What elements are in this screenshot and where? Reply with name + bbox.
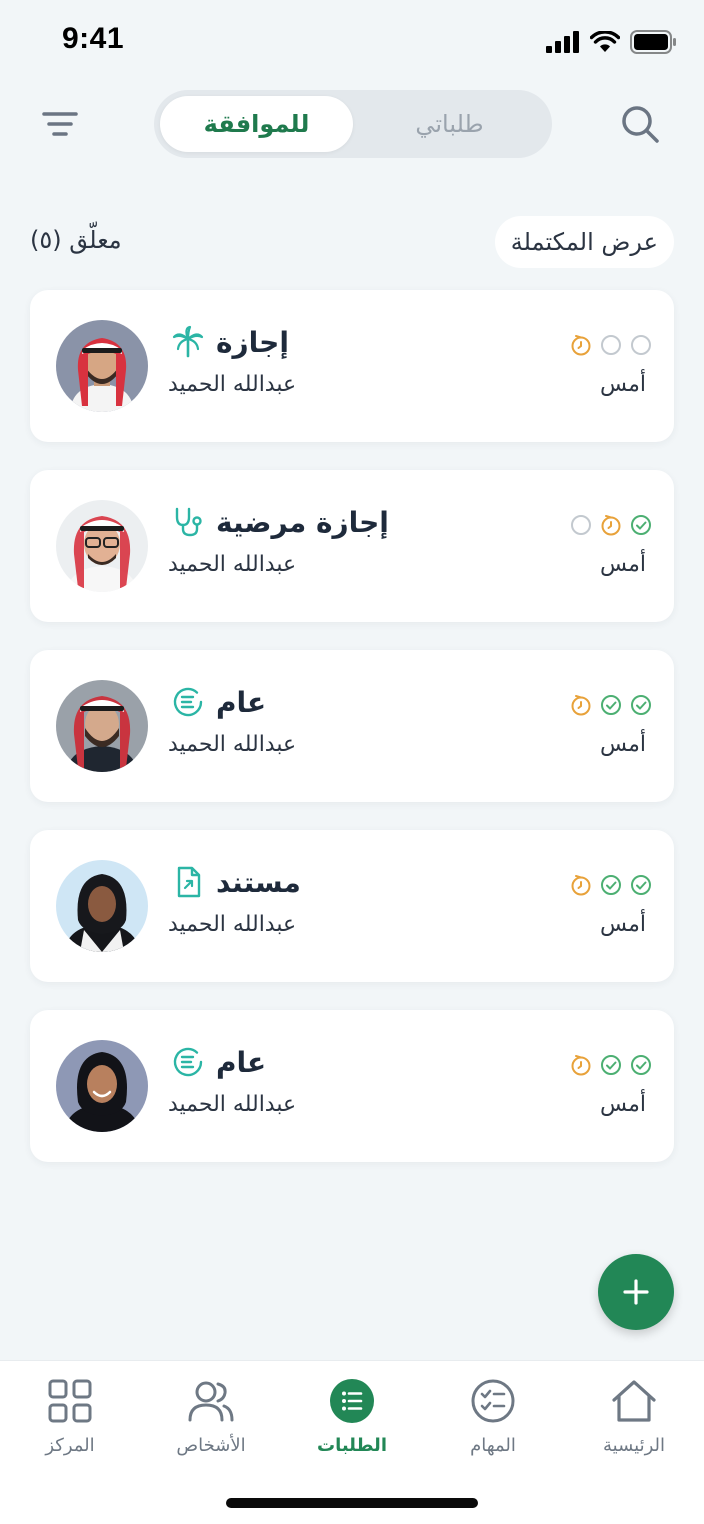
request-date: أمس <box>600 1092 646 1117</box>
approval-steps <box>570 334 652 356</box>
plus-icon <box>623 1279 649 1305</box>
approval-steps <box>570 1054 652 1076</box>
request-type-row: إجازة مرضية <box>170 504 389 540</box>
requester-name: عبدالله الحميد <box>168 552 297 577</box>
request-date: أمس <box>600 372 646 397</box>
wifi-icon <box>590 31 620 52</box>
approval-steps <box>570 874 652 896</box>
tab-requests-label: الطلبات <box>316 1435 387 1456</box>
step-done-icon <box>601 695 621 715</box>
status-time: 9:41 <box>62 22 125 55</box>
request-type-row: عام <box>170 684 266 720</box>
step-pending-icon <box>571 1055 591 1076</box>
tab-center[interactable]: المركز <box>5 1375 135 1465</box>
segment-my-requests[interactable]: طلباتي <box>353 96 546 152</box>
request-type: عام <box>216 1045 267 1079</box>
request-card[interactable]: إجازة عبدالله الحميد أمس <box>30 290 674 442</box>
request-card[interactable]: إجازة مرضية عبدالله الحميد أمس <box>30 470 674 622</box>
grid-icon <box>44 1375 96 1427</box>
request-card[interactable]: عام عبدالله الحميد أمس <box>30 650 674 802</box>
request-card[interactable]: عام عبدالله الحميد أمس <box>30 1010 674 1162</box>
tasks-icon <box>467 1375 519 1427</box>
status-icons <box>546 30 678 54</box>
requester-name: عبدالله الحميد <box>168 1092 297 1117</box>
signal-icon <box>546 31 579 53</box>
document-icon <box>170 864 206 900</box>
request-date: أمس <box>600 552 646 577</box>
step-empty-icon <box>571 515 591 535</box>
request-type-row: عام <box>170 1044 266 1080</box>
top-bar: للموافقة طلباتي <box>0 88 704 162</box>
status-bar: 9:41 <box>0 0 704 86</box>
avatar <box>56 860 148 952</box>
people-icon <box>185 1375 237 1427</box>
search-icon <box>622 106 659 143</box>
request-segment-control: للموافقة طلباتي <box>154 90 552 158</box>
step-pending-icon <box>571 695 591 716</box>
filter-button[interactable] <box>34 98 86 150</box>
general-list-icon <box>170 684 206 720</box>
requests-list-icon <box>326 1375 378 1427</box>
step-done-icon <box>631 515 651 535</box>
tab-tasks[interactable]: المهام <box>428 1375 558 1465</box>
show-completed-button[interactable]: عرض المكتملة <box>494 216 674 268</box>
step-done-icon <box>601 875 621 895</box>
home-indicator <box>226 1498 478 1508</box>
pending-count: معلّق (٥) <box>30 226 122 254</box>
add-request-button[interactable] <box>598 1254 674 1330</box>
segment-for-approval[interactable]: للموافقة <box>160 96 353 152</box>
requester-name: عبدالله الحميد <box>168 732 297 757</box>
request-type: إجازة <box>216 325 289 359</box>
request-type: عام <box>216 685 267 719</box>
request-type: إجازة مرضية <box>216 505 389 539</box>
step-pending-icon <box>571 875 591 896</box>
requester-name: عبدالله الحميد <box>168 912 297 937</box>
battery-icon <box>630 30 676 54</box>
step-done-icon <box>631 1055 651 1075</box>
step-done-icon <box>631 875 651 895</box>
request-card[interactable]: مستند عبدالله الحميد أمس <box>30 830 674 982</box>
request-list: إجازة عبدالله الحميد أمس إجازة مرضية عبد… <box>30 290 674 1190</box>
request-type-row: إجازة <box>170 324 289 360</box>
avatar <box>56 320 148 412</box>
section-header: معلّق (٥) عرض المكتملة <box>30 214 674 270</box>
avatar <box>56 500 148 592</box>
request-date: أمس <box>600 732 646 757</box>
request-type: مستند <box>216 865 301 899</box>
filter-icon <box>42 112 78 136</box>
request-date: أمس <box>600 912 646 937</box>
avatar <box>56 680 148 772</box>
step-done-icon <box>601 1055 621 1075</box>
step-empty-icon <box>631 335 651 355</box>
tab-requests[interactable]: الطلبات <box>287 1375 417 1465</box>
approval-steps <box>570 694 652 716</box>
step-empty-icon <box>601 335 621 355</box>
palm-tree-icon <box>170 324 206 360</box>
tab-center-label: المركز <box>45 1435 95 1456</box>
stethoscope-icon <box>170 504 206 540</box>
tab-people-label: الأشخاص <box>176 1435 246 1456</box>
tab-home[interactable]: الرئيسية <box>569 1375 699 1465</box>
tab-tasks-label: المهام <box>470 1435 516 1456</box>
general-list-icon <box>170 1044 206 1080</box>
request-type-row: مستند <box>170 864 301 900</box>
step-done-icon <box>631 695 651 715</box>
avatar <box>56 1040 148 1132</box>
requester-name: عبدالله الحميد <box>168 372 297 397</box>
step-pending-icon <box>601 515 621 536</box>
approval-steps <box>570 514 652 536</box>
search-button[interactable] <box>614 98 666 150</box>
step-pending-icon <box>571 335 591 356</box>
tab-home-label: الرئيسية <box>603 1435 665 1456</box>
home-icon <box>608 1375 660 1427</box>
tab-people[interactable]: الأشخاص <box>146 1375 276 1465</box>
